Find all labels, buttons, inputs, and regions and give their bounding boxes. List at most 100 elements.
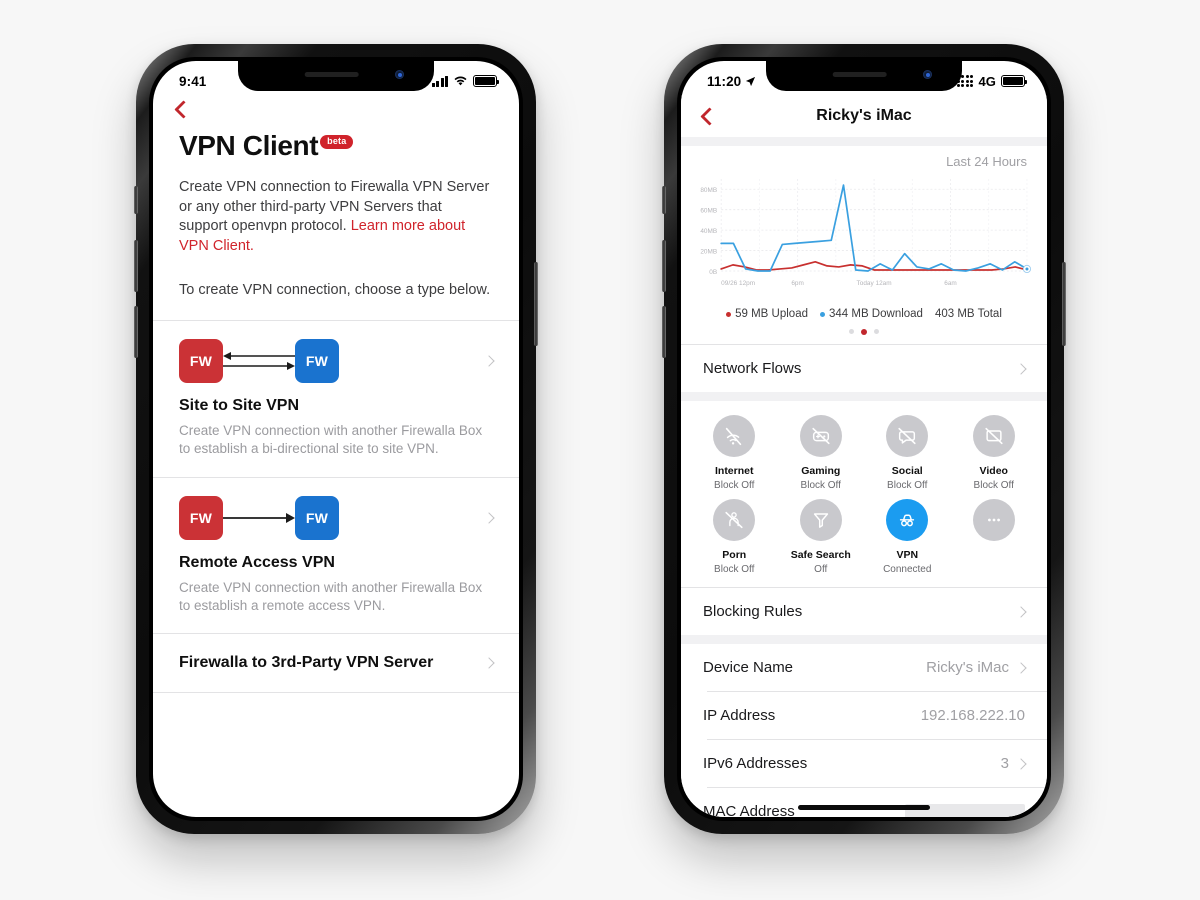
right-nav-bar: Ricky's iMac [681,95,1047,137]
feature-icon-circle[interactable] [886,499,929,541]
feature-icon-circle[interactable] [799,415,842,457]
carousel-page-indicator[interactable] [681,320,1047,344]
chart-range-label: Last 24 Hours [946,154,1027,169]
svg-text:6am: 6am [944,280,957,287]
detail-value-group: Ricky's iMac [926,659,1027,676]
feature-toggle-social[interactable]: Social Block Off [864,415,951,491]
chevron-right-icon [1015,757,1027,770]
feature-toggle-internet[interactable]: Internet Block Off [691,415,778,491]
detail-value-group: 3 [1001,755,1027,772]
feature-state: Connected [883,564,932,575]
fw-box-remote: FW [295,339,339,384]
left-header: VPN Client beta Create VPN connection to… [153,116,519,298]
vpn-option-remote-access[interactable]: FW FW Remote Access VPN Create VPN conne… [153,478,519,633]
svg-text:60MB: 60MB [700,208,717,215]
feature-icon-circle[interactable] [886,415,929,457]
volume-up-button[interactable] [662,240,666,292]
traffic-line-chart: 0B 20MB 40MB 60MB 80MB 09/26 12pm 6pm Today 12a… [700,179,1032,287]
network-flows-label: Network Flows [703,360,802,377]
incognito-icon [900,514,915,527]
svg-text:0B: 0B [709,269,717,276]
home-indicator[interactable] [798,805,930,810]
wifi-icon [454,76,467,86]
detail-row-ip-address: IP Address 192.168.222.10 [681,692,1047,739]
nav-title: Ricky's iMac [816,107,912,124]
feature-name: Porn [722,549,747,561]
back-button[interactable] [153,95,519,119]
legend-total: 403 MB Total [935,308,1002,320]
volume-up-button[interactable] [134,240,138,292]
traffic-chart-card: Last 24 Hours 0B 20MB 40MB 60MB 80MB 09/26 12… [681,146,1047,344]
third-party-vpn-label: Firewalla to 3rd-Party VPN Server [179,654,434,672]
right-status-time-group: 11:20 [707,74,756,89]
volume-down-button[interactable] [662,306,666,358]
vpn-option-name: Remote Access VPN [179,553,335,571]
cellular-dots-icon [956,75,974,87]
right-phone-device: 11:20 4G Ricky's iMac Last 24 Hours 0B 2… [662,44,1066,834]
feature-name: Video [979,465,1008,477]
left-phone-bezel: 9:41 VPN Client beta Create VPN connecti… [149,57,523,821]
back-button[interactable] [700,106,719,126]
detail-value-group: 192.168.222.10 [921,707,1025,724]
feature-icon-circle[interactable] [972,499,1015,541]
feature-toggle-more[interactable] [951,499,1038,575]
chevron-right-icon [483,657,495,669]
device-details-list: Device Name Ricky's iMac IP Address 192.168… [681,644,1047,817]
blocking-rules-label: Blocking Rules [703,603,803,620]
unidirectional-fw-diagram: FW FW [179,495,493,540]
power-button[interactable] [534,262,538,346]
left-screen-body: VPN Client beta Create VPN connection to… [153,95,519,817]
svg-text:Today 12am: Today 12am [857,280,892,287]
section-gap [681,392,1047,401]
power-button[interactable] [1062,262,1066,346]
detail-row-device-name[interactable]: Device Name Ricky's iMac [681,644,1047,691]
blocking-rules-row[interactable]: Blocking Rules [681,588,1047,635]
feature-icon-circle[interactable] [713,499,756,541]
legend-download-dot [819,311,825,317]
volume-down-button[interactable] [134,306,138,358]
vpn-option-name: Site to Site VPN [179,397,300,415]
section-gap [681,137,1047,146]
feature-toggle-video[interactable]: Video Block Off [951,415,1038,491]
feature-toggle-vpn[interactable]: VPN Connected [864,499,951,575]
right-status-indicators: 4G [956,73,1028,89]
feature-toggle-grid: Internet Block Off Gaming Block Off Social Bl… [681,401,1047,587]
vpn-option-site-to-site[interactable]: FW FW Site to Site VPN Create VPN connec… [153,321,519,476]
network-flows-row[interactable]: Network Flows [681,345,1047,392]
detail-value: Ricky's iMac [926,659,1009,676]
detail-value: 192.168.222.10 [920,707,1025,724]
svg-text:09/26 12pm: 09/26 12pm [721,280,755,287]
feature-icon-circle[interactable] [972,415,1015,457]
feature-state: Off [814,564,828,575]
network-type-label: 4G [978,73,996,89]
svg-text:6pm: 6pm [791,280,804,287]
feature-name: VPN [896,549,919,561]
chevron-right-icon [1015,661,1027,674]
cellular-bars-icon [431,75,448,87]
gamepad-off-icon [812,427,830,445]
feature-state: Block Off [887,480,928,491]
feature-toggle-safe-search[interactable]: Safe Search Off [778,499,865,575]
page-dot[interactable] [849,329,854,334]
page-dot-active[interactable] [861,329,867,335]
legend-upload-label: 59 MB Upload [735,308,808,320]
feature-toggle-porn[interactable]: Porn Block Off [691,499,778,575]
bidirectional-arrow-icon [223,346,295,376]
page-dot[interactable] [874,329,879,334]
third-party-vpn-row[interactable]: Firewalla to 3rd-Party VPN Server [153,634,519,692]
silent-switch[interactable] [662,186,666,214]
silent-switch[interactable] [134,186,138,214]
feature-state: Block Off [800,480,841,491]
feature-icon-circle[interactable] [713,415,756,457]
detail-label: MAC Address [703,803,795,817]
left-status-time: 9:41 [179,73,207,89]
svg-text:20MB: 20MB [700,249,717,256]
legend-download-label: 344 MB Download [828,308,923,320]
feature-name: Internet [714,465,754,477]
feature-toggle-gaming[interactable]: Gaming Block Off [778,415,865,491]
divider [153,692,519,694]
no-adult-icon [725,511,743,529]
detail-row-ipv6-addresses[interactable]: IPv6 Addresses 3 [681,740,1047,787]
feature-icon-circle[interactable] [799,499,842,541]
right-status-bar: 11:20 4G [681,61,1047,95]
